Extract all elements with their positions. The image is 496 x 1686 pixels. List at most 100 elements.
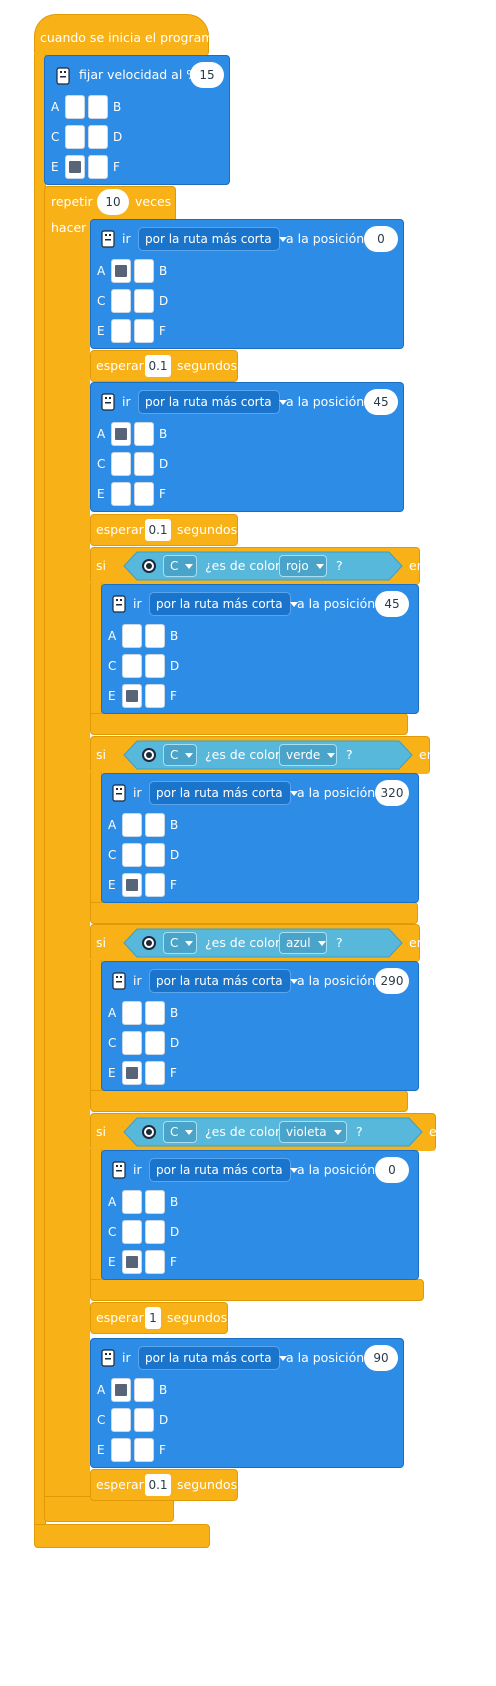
color-dropdown[interactable]: rojo <box>279 555 327 577</box>
port-label-c: C <box>108 659 117 673</box>
port-a-toggle[interactable] <box>122 624 142 648</box>
wait-seconds-input[interactable]: 0.1 <box>145 519 171 541</box>
port-d-toggle[interactable] <box>134 452 154 476</box>
port-label-c: C <box>51 130 60 144</box>
port-c-toggle[interactable] <box>111 289 131 313</box>
hat-label: cuando se inicia el programa <box>40 30 222 45</box>
port-b-toggle[interactable] <box>145 813 165 837</box>
route-dropdown-value: por la ruta más corta <box>145 395 272 409</box>
port-b-toggle[interactable] <box>88 95 108 119</box>
port-e-toggle[interactable] <box>122 1061 142 1085</box>
port-d-toggle[interactable] <box>145 843 165 867</box>
wait-seconds-input[interactable]: 1 <box>145 1307 161 1329</box>
route-dropdown[interactable]: por la ruta más corta <box>138 390 287 414</box>
port-label-e: E <box>97 487 105 501</box>
route-dropdown[interactable]: por la ruta más corta <box>149 1158 298 1182</box>
chevron-down-icon <box>185 753 194 758</box>
port-f-toggle[interactable] <box>88 155 108 179</box>
seconds-label: segundos <box>177 522 238 537</box>
port-e-toggle[interactable] <box>111 1438 131 1462</box>
route-dropdown[interactable]: por la ruta más corta <box>149 969 298 993</box>
port-e-toggle[interactable] <box>111 319 131 343</box>
color-dropdown[interactable]: azul <box>279 932 327 954</box>
route-dropdown[interactable]: por la ruta más corta <box>138 1346 287 1370</box>
port-label-e: E <box>108 878 116 892</box>
wait-seconds-input[interactable]: 0.1 <box>145 355 171 377</box>
port-e-toggle[interactable] <box>122 684 142 708</box>
port-c-toggle[interactable] <box>65 125 85 149</box>
route-dropdown[interactable]: por la ruta más corta <box>138 227 287 251</box>
port-f-toggle[interactable] <box>145 1250 165 1274</box>
hub-icon <box>112 595 126 613</box>
port-c-toggle[interactable] <box>111 452 131 476</box>
port-e-toggle[interactable] <box>122 873 142 897</box>
to-position-label: a la posición <box>297 785 376 800</box>
speed-value-input[interactable]: 15 <box>190 62 224 88</box>
port-f-toggle[interactable] <box>145 1061 165 1085</box>
port-label-f: F <box>170 1066 177 1080</box>
route-dropdown[interactable]: por la ruta más corta <box>149 781 298 805</box>
port-c-toggle[interactable] <box>111 1408 131 1432</box>
port-d-toggle[interactable] <box>145 654 165 678</box>
go-label: ir <box>122 231 131 246</box>
port-f-toggle[interactable] <box>145 873 165 897</box>
is-color-label: ¿es de color <box>205 747 281 762</box>
port-d-toggle[interactable] <box>134 289 154 313</box>
sensor-port-dropdown[interactable]: C <box>163 1121 197 1143</box>
port-e-toggle[interactable] <box>111 482 131 506</box>
port-d-toggle[interactable] <box>88 125 108 149</box>
repeat-count-input[interactable]: 10 <box>97 189 129 215</box>
port-b-toggle[interactable] <box>134 1378 154 1402</box>
port-c-toggle[interactable] <box>122 843 142 867</box>
port-c-toggle[interactable] <box>122 1031 142 1055</box>
sensor-port-dropdown[interactable]: C <box>163 744 197 766</box>
port-label-e: E <box>108 1066 116 1080</box>
port-a-toggle[interactable] <box>122 1190 142 1214</box>
port-f-toggle[interactable] <box>134 1438 154 1462</box>
port-f-toggle[interactable] <box>145 684 165 708</box>
position-input[interactable]: 0 <box>375 1157 409 1183</box>
sensor-port-dropdown[interactable]: C <box>163 932 197 954</box>
to-position-label: a la posición <box>286 231 365 246</box>
sensor-port-dropdown[interactable]: C <box>163 555 197 577</box>
color-dropdown[interactable]: verde <box>279 744 337 766</box>
position-input[interactable]: 0 <box>364 226 398 252</box>
wait-seconds-input[interactable]: 0.1 <box>145 1474 171 1496</box>
position-input[interactable]: 45 <box>364 389 398 415</box>
port-a-toggle[interactable] <box>111 259 131 283</box>
port-b-toggle[interactable] <box>134 259 154 283</box>
position-input[interactable]: 290 <box>375 968 409 994</box>
hub-icon <box>112 784 126 802</box>
port-label-e: E <box>108 1255 116 1269</box>
port-a-toggle[interactable] <box>122 813 142 837</box>
port-b-toggle[interactable] <box>134 422 154 446</box>
port-a-toggle[interactable] <box>111 1378 131 1402</box>
port-e-toggle[interactable] <box>65 155 85 179</box>
port-d-toggle[interactable] <box>145 1031 165 1055</box>
port-b-toggle[interactable] <box>145 1190 165 1214</box>
port-c-toggle[interactable] <box>122 654 142 678</box>
port-f-toggle[interactable] <box>134 482 154 506</box>
port-b-toggle[interactable] <box>145 624 165 648</box>
if-block-end <box>90 1090 408 1112</box>
position-input[interactable]: 45 <box>375 591 409 617</box>
repeat-spine <box>44 234 90 1498</box>
port-a-toggle[interactable] <box>111 422 131 446</box>
port-e-toggle[interactable] <box>122 1250 142 1274</box>
port-label-a: A <box>108 818 117 832</box>
position-input[interactable]: 90 <box>364 1345 398 1371</box>
port-d-toggle[interactable] <box>134 1408 154 1432</box>
port-b-toggle[interactable] <box>145 1001 165 1025</box>
port-c-toggle[interactable] <box>122 1220 142 1244</box>
route-dropdown[interactable]: por la ruta más corta <box>149 592 298 616</box>
port-a-toggle[interactable] <box>65 95 85 119</box>
wait-label: esperar <box>96 522 144 537</box>
position-input[interactable]: 320 <box>375 780 409 806</box>
to-position-label: a la posición <box>286 1350 365 1365</box>
if-label: si <box>96 558 106 573</box>
port-label-d: D <box>170 1036 180 1050</box>
port-f-toggle[interactable] <box>134 319 154 343</box>
color-dropdown[interactable]: violeta <box>279 1121 347 1143</box>
port-d-toggle[interactable] <box>145 1220 165 1244</box>
port-a-toggle[interactable] <box>122 1001 142 1025</box>
